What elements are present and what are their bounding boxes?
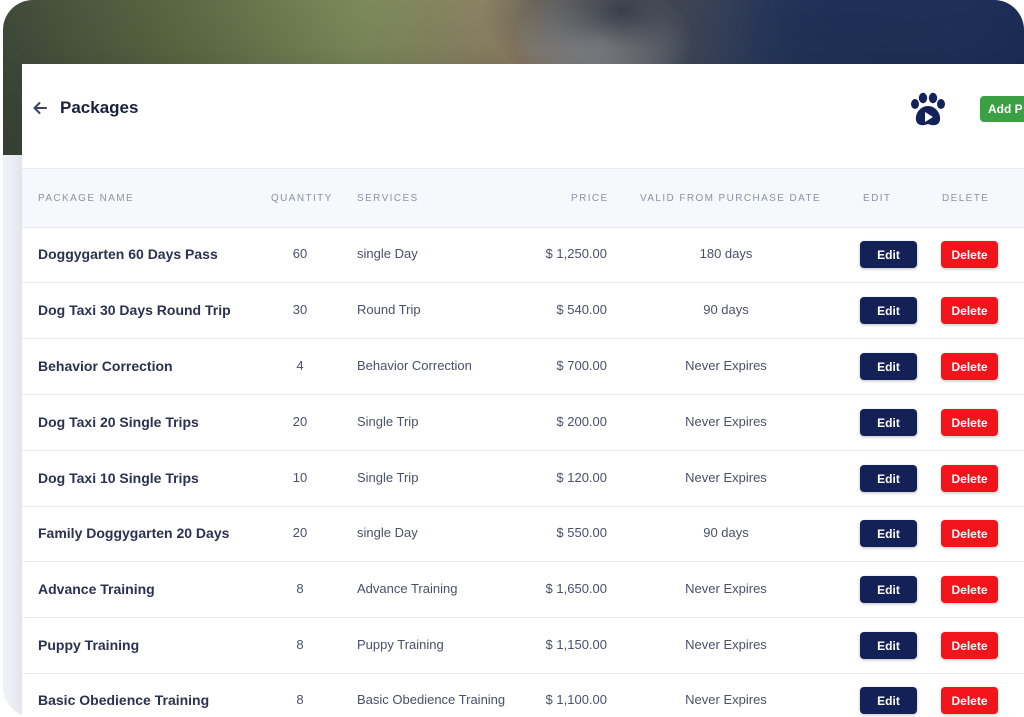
package-services: Behavior Correction [357, 358, 472, 373]
delete-button[interactable]: Delete [941, 297, 998, 324]
table-row: Basic Obedience Training 8 Basic Obedien… [22, 673, 1024, 717]
column-header-quantity[interactable]: QUANTITY [271, 193, 333, 204]
column-header-edit: EDIT [863, 193, 892, 204]
delete-button[interactable]: Delete [941, 576, 998, 603]
package-services: Basic Obedience Training [357, 692, 506, 707]
package-services: Round Trip [357, 302, 421, 317]
package-quantity: 30 [292, 302, 308, 317]
package-validity: Never Expires [685, 358, 767, 373]
packages-card: Packages Add P PACKAGE NAME QUANTITY SER… [22, 64, 1024, 717]
table-row: Family Doggygarten 20 Days 20 single Day… [22, 506, 1024, 562]
arrow-left-icon[interactable] [32, 100, 48, 116]
package-services: Single Trip [357, 414, 419, 429]
edit-button[interactable]: Edit [860, 465, 917, 492]
package-name: Dog Taxi 10 Single Trips [38, 470, 199, 486]
paw-play-icon[interactable] [908, 92, 948, 128]
package-price: $ 1,250.00 [545, 246, 607, 261]
card-header: Packages Add P [22, 64, 1024, 168]
table-row: Dog Taxi 20 Single Trips 20 Single Trip … [22, 395, 1024, 451]
package-services: Single Trip [357, 470, 419, 485]
delete-button[interactable]: Delete [941, 465, 998, 492]
package-price: $ 120.00 [556, 470, 607, 485]
add-package-button[interactable]: Add P [980, 96, 1024, 122]
package-quantity: 4 [296, 358, 304, 373]
package-services: single Day [357, 525, 418, 540]
edit-button[interactable]: Edit [860, 632, 917, 659]
package-price: $ 200.00 [556, 414, 607, 429]
package-name: Family Doggygarten 20 Days [38, 525, 230, 541]
edit-button[interactable]: Edit [860, 409, 917, 436]
delete-button[interactable]: Delete [941, 409, 998, 436]
edit-button[interactable]: Edit [860, 297, 917, 324]
package-name: Behavior Correction [38, 358, 173, 374]
delete-button[interactable]: Delete [941, 353, 998, 380]
edit-button[interactable]: Edit [860, 576, 917, 603]
package-quantity: 20 [292, 414, 308, 429]
package-quantity: 60 [292, 246, 308, 261]
package-price: $ 700.00 [556, 358, 607, 373]
package-name: Advance Training [38, 581, 155, 597]
delete-button[interactable]: Delete [941, 687, 998, 714]
edit-button[interactable]: Edit [860, 241, 917, 268]
package-services: single Day [357, 246, 418, 261]
package-validity: Never Expires [685, 692, 767, 707]
package-name: Doggygarten 60 Days Pass [38, 246, 218, 262]
package-name: Dog Taxi 30 Days Round Trip [38, 302, 231, 318]
package-validity: Never Expires [685, 470, 767, 485]
table-header: PACKAGE NAME QUANTITY SERVICES PRICE VAL… [22, 168, 1024, 228]
package-quantity: 8 [296, 692, 304, 707]
column-header-valid[interactable]: VALID FROM PURCHASE DATE [640, 193, 821, 204]
edit-button[interactable]: Edit [860, 520, 917, 547]
package-quantity: 10 [292, 470, 308, 485]
package-validity: Never Expires [685, 581, 767, 596]
column-header-services[interactable]: SERVICES [357, 193, 419, 204]
package-price: $ 550.00 [556, 525, 607, 540]
column-header-package-name[interactable]: PACKAGE NAME [38, 193, 134, 204]
package-services: Advance Training [357, 581, 458, 596]
package-services: Puppy Training [357, 637, 444, 652]
table-row: Doggygarten 60 Days Pass 60 single Day $… [22, 227, 1024, 283]
table-row: Behavior Correction 4 Behavior Correctio… [22, 339, 1024, 395]
app-frame: Packages Add P PACKAGE NAME QUANTITY SER… [3, 0, 1024, 717]
package-price: $ 540.00 [556, 302, 607, 317]
delete-button[interactable]: Delete [941, 632, 998, 659]
package-name: Basic Obedience Training [38, 692, 210, 708]
package-quantity: 8 [296, 581, 304, 596]
delete-button[interactable]: Delete [941, 241, 998, 268]
package-validity: Never Expires [685, 414, 767, 429]
delete-button[interactable]: Delete [941, 520, 998, 547]
table-row: Dog Taxi 30 Days Round Trip 30 Round Tri… [22, 283, 1024, 339]
edit-button[interactable]: Edit [860, 353, 917, 380]
package-validity: 180 days [699, 246, 753, 261]
column-header-delete: DELETE [942, 193, 990, 204]
package-price: $ 1,650.00 [545, 581, 607, 596]
table-row: Dog Taxi 10 Single Trips 10 Single Trip … [22, 451, 1024, 507]
column-header-price[interactable]: PRICE [571, 193, 609, 204]
package-name: Puppy Training [38, 637, 140, 653]
table-row: Puppy Training 8 Puppy Training $ 1,150.… [22, 618, 1024, 674]
package-validity: 90 days [703, 302, 749, 317]
edit-button[interactable]: Edit [860, 687, 917, 714]
package-quantity: 8 [296, 637, 304, 652]
package-name: Dog Taxi 20 Single Trips [38, 414, 199, 430]
page-title: Packages [60, 98, 139, 117]
package-validity: 90 days [703, 525, 749, 540]
package-price: $ 1,150.00 [545, 637, 607, 652]
package-quantity: 20 [292, 525, 308, 540]
table-row: Advance Training 8 Advance Training $ 1,… [22, 562, 1024, 618]
package-validity: Never Expires [685, 637, 767, 652]
package-price: $ 1,100.00 [545, 692, 607, 707]
